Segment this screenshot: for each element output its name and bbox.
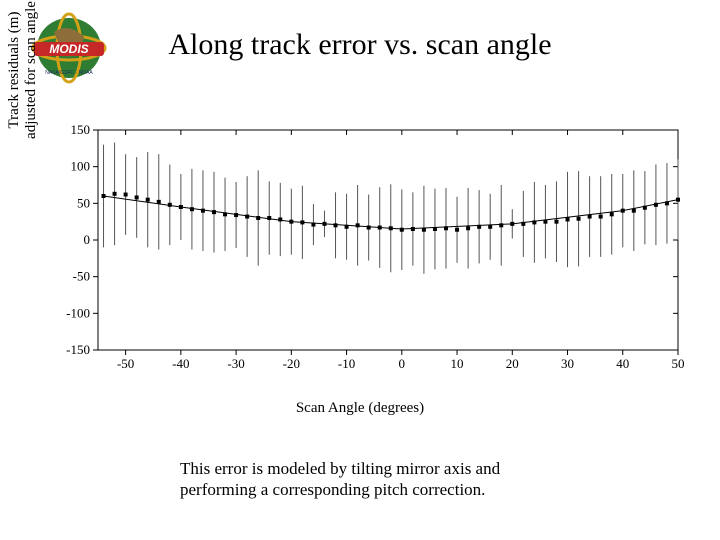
data-point xyxy=(113,192,117,196)
y-tick-label: 100 xyxy=(71,159,91,174)
y-tick-label: -150 xyxy=(66,342,90,357)
x-tick-label: 20 xyxy=(506,356,519,371)
x-tick-label: -10 xyxy=(338,356,355,371)
x-tick-label: 40 xyxy=(616,356,629,371)
y-axis-label-line1: Track residuals (m) xyxy=(6,0,23,160)
y-tick-label: 0 xyxy=(84,232,91,247)
data-point xyxy=(400,228,404,232)
y-tick-label: -100 xyxy=(66,305,90,320)
x-tick-label: -30 xyxy=(227,356,244,371)
data-point xyxy=(466,226,470,230)
data-point xyxy=(554,220,558,224)
slide-title: Along track error vs. scan angle xyxy=(0,28,720,62)
data-point xyxy=(135,195,139,199)
data-point xyxy=(367,226,371,230)
data-point xyxy=(124,193,128,197)
y-tick-label: 50 xyxy=(77,195,90,210)
x-tick-label: 50 xyxy=(672,356,685,371)
data-point xyxy=(146,198,150,202)
data-point xyxy=(356,223,360,227)
x-tick-label: 0 xyxy=(399,356,406,371)
data-point xyxy=(455,228,459,232)
residuals-chart: -150-100-50050100150-50-40-30-20-1001020… xyxy=(38,120,688,390)
slide-caption: This error is modeled by tilting mirror … xyxy=(180,458,570,501)
y-axis-label: Track residuals (m) adjusted for scan an… xyxy=(6,0,39,160)
y-axis-label-line2: adjusted for scan angle xyxy=(23,0,40,160)
data-point xyxy=(334,223,338,227)
x-tick-label: -50 xyxy=(117,356,134,371)
x-tick-label: -40 xyxy=(172,356,189,371)
y-tick-label: -50 xyxy=(73,269,90,284)
x-tick-label: -20 xyxy=(283,356,300,371)
data-point xyxy=(577,217,581,221)
x-axis-label: Scan Angle (degrees) xyxy=(0,400,720,417)
data-point xyxy=(610,212,614,216)
data-point xyxy=(632,209,636,213)
x-tick-label: 10 xyxy=(451,356,464,371)
y-tick-label: 150 xyxy=(71,122,91,137)
x-tick-label: 30 xyxy=(561,356,574,371)
data-point xyxy=(566,217,570,221)
svg-text:NASA/GSFC · NOAA: NASA/GSFC · NOAA xyxy=(45,70,93,76)
data-point xyxy=(599,215,603,219)
